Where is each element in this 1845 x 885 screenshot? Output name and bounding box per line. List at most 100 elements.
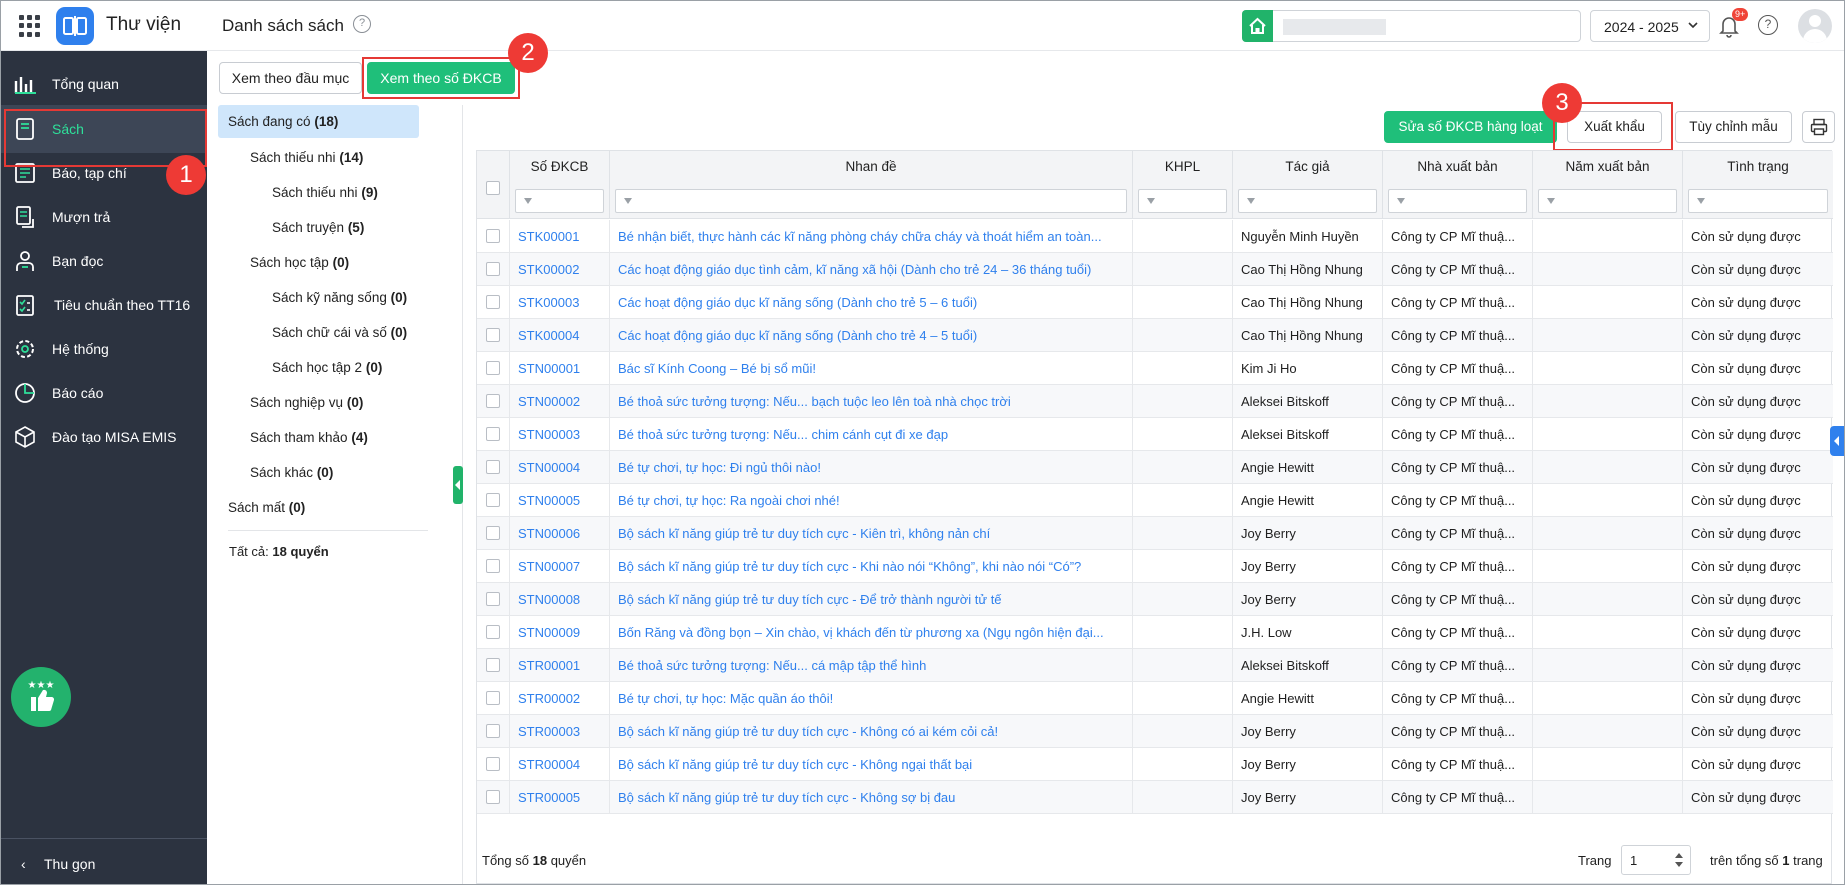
tree-item-stories[interactable]: Sách truyện (5): [272, 220, 364, 235]
tree-item-study-2[interactable]: Sách học tập 2 (0): [272, 360, 382, 375]
tab-view-by-dkcb[interactable]: Xem theo số ĐKCB: [367, 62, 515, 94]
tree-item-available[interactable]: Sách đang có (18): [218, 105, 419, 138]
filter-title-input[interactable]: [615, 189, 1127, 213]
tree-item-reference[interactable]: Sách tham khảo (4): [250, 430, 368, 445]
cell-dkcb[interactable]: STN00003: [510, 418, 610, 451]
cell-dkcb[interactable]: STR00004: [510, 748, 610, 781]
sidebar-item-borrow[interactable]: Mượn trả: [1, 193, 207, 241]
filter-author-input[interactable]: [1238, 189, 1377, 213]
select-all-checkbox[interactable]: [486, 181, 500, 195]
table-row[interactable]: STN00007 Bộ sách kĩ năng giúp trẻ tư duy …: [477, 550, 1833, 583]
tree-item-letters-numbers[interactable]: Sách chữ cái và số (0): [272, 325, 407, 340]
tree-item-other[interactable]: Sách khác (0): [250, 465, 333, 480]
cell-title[interactable]: Bộ sách kĩ năng giúp trẻ tư duy tích cực…: [610, 781, 1133, 814]
row-checkbox[interactable]: [486, 691, 500, 705]
sidebar-item-training[interactable]: Đào tạo MISA EMIS: [1, 413, 207, 461]
panel-toggle-handle[interactable]: [453, 466, 463, 504]
sidebar-item-tt16[interactable]: Tiêu chuẩn theo TT16: [1, 281, 207, 329]
row-checkbox[interactable]: [486, 790, 500, 804]
tree-item-children[interactable]: Sách thiếu nhi (14): [250, 150, 363, 165]
cell-title[interactable]: Các hoạt động giáo dục kĩ năng sống (Dàn…: [610, 286, 1133, 319]
cell-title[interactable]: Bốn Răng và đồng bọn – Xin chào, vị khác…: [610, 616, 1133, 649]
feedback-rating-icon[interactable]: ★★★: [11, 667, 71, 727]
tree-item-life-skills[interactable]: Sách kỹ năng sống (0): [272, 290, 407, 305]
row-checkbox[interactable]: [486, 229, 500, 243]
table-row[interactable]: STN00001 Bác sĩ Kính Coong – Bé bị sổ mũi…: [477, 352, 1833, 385]
cell-title[interactable]: Bộ sách kĩ năng giúp trẻ tư duy tích cực…: [610, 550, 1133, 583]
table-row[interactable]: STK00003 Các hoạt động giáo dục kĩ năng s…: [477, 286, 1833, 319]
cell-title[interactable]: Bộ sách kĩ năng giúp trẻ tư duy tích cực…: [610, 748, 1133, 781]
cell-dkcb[interactable]: STK00003: [510, 286, 610, 319]
table-row[interactable]: STK00004 Các hoạt động giáo dục kĩ năng s…: [477, 319, 1833, 352]
cell-dkcb[interactable]: STN00005: [510, 484, 610, 517]
cell-dkcb[interactable]: STR00002: [510, 682, 610, 715]
sidebar-item-books[interactable]: Sách: [1, 105, 207, 153]
cell-dkcb[interactable]: STK00001: [510, 220, 610, 253]
tab-view-by-title[interactable]: Xem theo đầu mục: [219, 62, 362, 94]
print-button[interactable]: [1802, 111, 1835, 143]
tree-item-study[interactable]: Sách học tập (0): [250, 255, 349, 270]
avatar[interactable]: [1798, 9, 1832, 43]
cell-dkcb[interactable]: STR00001: [510, 649, 610, 682]
sidebar-item-reports[interactable]: Báo cáo: [1, 369, 207, 417]
cell-title[interactable]: Bác sĩ Kính Coong – Bé bị sổ mũi!: [610, 352, 1133, 385]
row-checkbox[interactable]: [486, 625, 500, 639]
table-row[interactable]: STK00002 Các hoạt động giáo dục tình cảm,…: [477, 253, 1833, 286]
cell-title[interactable]: Bé thoả sức tưởng tượng: Nếu... bạch tuộ…: [610, 385, 1133, 418]
row-checkbox[interactable]: [486, 361, 500, 375]
row-checkbox[interactable]: [486, 427, 500, 441]
cell-dkcb[interactable]: STN00008: [510, 583, 610, 616]
table-row[interactable]: STN00002 Bé thoả sức tưởng tượng: Nếu... …: [477, 385, 1833, 418]
batch-edit-dkcb-button[interactable]: Sửa số ĐKCB hàng loạt: [1384, 111, 1557, 143]
customize-template-button[interactable]: Tùy chỉnh mẫu: [1675, 111, 1792, 143]
cell-dkcb[interactable]: STN00002: [510, 385, 610, 418]
row-checkbox[interactable]: [486, 724, 500, 738]
tree-item-children-sub[interactable]: Sách thiếu nhi (9): [272, 185, 378, 200]
table-row[interactable]: STR00001 Bé thoả sức tưởng tượng: Nếu... …: [477, 649, 1833, 682]
row-checkbox[interactable]: [486, 328, 500, 342]
table-row[interactable]: STN00006 Bộ sách kĩ năng giúp trẻ tư duy …: [477, 517, 1833, 550]
cell-title[interactable]: Bé tự chơi, tự học: Đi ngủ thôi nào!: [610, 451, 1133, 484]
filter-dkcb-input[interactable]: [515, 189, 604, 213]
cell-title[interactable]: Bé thoả sức tưởng tượng: Nếu... chim cán…: [610, 418, 1133, 451]
row-checkbox[interactable]: [486, 526, 500, 540]
table-row[interactable]: STR00002 Bé tự chơi, tự học: Mặc quần áo …: [477, 682, 1833, 715]
sidebar-item-overview[interactable]: Tổng quan: [1, 60, 207, 108]
row-checkbox[interactable]: [486, 592, 500, 606]
help-circle-icon[interactable]: ?: [1758, 15, 1778, 35]
filter-khpl-input[interactable]: [1138, 189, 1227, 213]
cell-dkcb[interactable]: STR00003: [510, 715, 610, 748]
table-row[interactable]: STR00005 Bộ sách kĩ năng giúp trẻ tư duy …: [477, 781, 1833, 814]
cell-title[interactable]: Các hoạt động giáo dục tình cảm, kĩ năng…: [610, 253, 1133, 286]
row-checkbox[interactable]: [486, 757, 500, 771]
year-select[interactable]: 2024 - 2025: [1590, 10, 1710, 42]
table-row[interactable]: STN00009 Bốn Răng và đồng bọn – Xin chào,…: [477, 616, 1833, 649]
cell-title[interactable]: Bé thoả sức tưởng tượng: Nếu... cá mập t…: [610, 649, 1133, 682]
cell-dkcb[interactable]: STN00006: [510, 517, 610, 550]
help-icon[interactable]: ?: [353, 15, 371, 33]
cell-dkcb[interactable]: STN00009: [510, 616, 610, 649]
cell-title[interactable]: Bé nhận biết, thực hành các kĩ năng phòn…: [610, 220, 1133, 253]
cell-title[interactable]: Bộ sách kĩ năng giúp trẻ tư duy tích cực…: [610, 517, 1133, 550]
cell-title[interactable]: Bé tự chơi, tự học: Ra ngoài chơi nhé!: [610, 484, 1133, 517]
page-number-input[interactable]: 1: [1621, 845, 1691, 875]
stepper-icon[interactable]: [1674, 852, 1684, 868]
table-row[interactable]: STK00001 Bé nhận biết, thực hành các kĩ n…: [477, 220, 1833, 253]
filter-publisher-input[interactable]: [1388, 189, 1527, 213]
table-row[interactable]: STR00003 Bộ sách kĩ năng giúp trẻ tư duy …: [477, 715, 1833, 748]
cell-dkcb[interactable]: STK00004: [510, 319, 610, 352]
collapse-sidebar-button[interactable]: ‹ Thu gọn: [1, 838, 207, 884]
table-row[interactable]: STN00003 Bé thoả sức tưởng tượng: Nếu... …: [477, 418, 1833, 451]
tree-item-professional[interactable]: Sách nghiệp vụ (0): [250, 395, 363, 410]
expand-right-panel-handle[interactable]: [1830, 426, 1844, 456]
row-checkbox[interactable]: [486, 559, 500, 573]
cell-title[interactable]: Bé tự chơi, tự học: Mặc quần áo thôi!: [610, 682, 1133, 715]
cell-dkcb[interactable]: STN00007: [510, 550, 610, 583]
cell-dkcb[interactable]: STN00001: [510, 352, 610, 385]
cell-dkcb[interactable]: STN00004: [510, 451, 610, 484]
cell-title[interactable]: Bộ sách kĩ năng giúp trẻ tư duy tích cực…: [610, 583, 1133, 616]
table-row[interactable]: STN00005 Bé tự chơi, tự học: Ra ngoài chơ…: [477, 484, 1833, 517]
filter-status-input[interactable]: [1688, 189, 1828, 213]
cell-dkcb[interactable]: STK00002: [510, 253, 610, 286]
table-row[interactable]: STN00008 Bộ sách kĩ năng giúp trẻ tư duy …: [477, 583, 1833, 616]
